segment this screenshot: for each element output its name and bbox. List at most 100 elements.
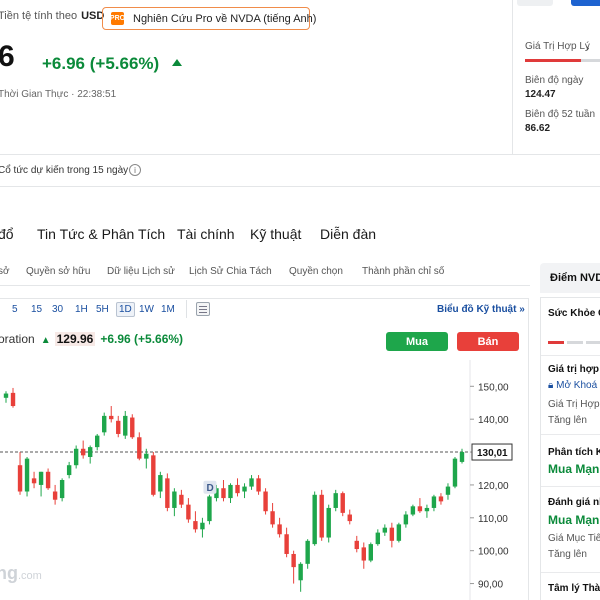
indicators-icon[interactable] [196, 302, 210, 316]
dividend-notice: Cổ tức dự kiến trong 15 ngày [0, 165, 129, 176]
ticker-summary: oration ▲ 129.96 +6.96 (+5.66%) [0, 332, 183, 346]
tab-financials[interactable]: Tài chính [177, 226, 235, 242]
candle-body [228, 484, 233, 499]
candle-body [158, 475, 163, 492]
candle-body [52, 491, 58, 500]
subtab-historical-data[interactable]: Dữ liệu Lịch sử [107, 266, 175, 277]
lock-icon: 🔒︎ [548, 380, 554, 391]
candlestick-chart[interactable]: 150,00140,00130,00120,00110,00100,0090,0… [0, 360, 530, 600]
section-divider [0, 186, 600, 187]
ticker-price: 129.96 [54, 332, 96, 346]
target-trend: Tăng lên [548, 549, 587, 560]
pro-research-button[interactable]: PRO Nghiên Cứu Pro về NVDA (tiếng Anh) [102, 7, 316, 30]
candle-body [340, 493, 345, 513]
current-price-label: 130,01 [477, 448, 508, 459]
watermark-logo: ng.com [0, 563, 42, 583]
candle-body [410, 506, 416, 515]
candle-body [438, 496, 444, 502]
subtab-index-components[interactable]: Thành phần chỉ số [362, 266, 444, 277]
timeframe-1w[interactable]: 1W [139, 304, 154, 315]
candle-body [59, 480, 65, 499]
watchlist-button[interactable] [517, 0, 553, 6]
candle-body [109, 415, 114, 420]
candle-body [116, 420, 121, 434]
pro-research-label: Nghiên Cứu Pro về NVDA (tiếng Anh) [133, 12, 317, 25]
fair-value-trend: Tăng lên [548, 415, 587, 426]
timeframe-15[interactable]: 15 [31, 304, 42, 315]
candle-body [375, 532, 381, 545]
candle-body [431, 496, 437, 508]
subtab-ownership[interactable]: Quyền sở hữu [26, 266, 90, 277]
timeframe-1m[interactable]: 1M [161, 304, 175, 315]
subtab-options[interactable]: Quyền chọn [289, 266, 343, 277]
fair-value-sub: Giá Trị Hợp [548, 399, 600, 410]
timeframe-1d[interactable]: 1D [116, 302, 135, 317]
info-icon[interactable]: i [129, 164, 141, 176]
candle-body [207, 496, 212, 522]
technical-chart-link[interactable]: Biểu đồ Kỹ thuật » [437, 304, 525, 315]
candle-body [45, 471, 51, 489]
health-bar [548, 341, 600, 344]
candle-body [368, 544, 373, 561]
candle-body [151, 455, 156, 495]
candle-body [417, 506, 423, 512]
candle-body [403, 514, 409, 525]
candle-body [73, 448, 79, 466]
candle-body [326, 507, 331, 538]
candle-body [319, 494, 324, 538]
candle-body [333, 493, 338, 508]
sell-button[interactable]: Bán [457, 332, 519, 351]
y-tick-label: 110,00 [478, 514, 508, 525]
tab-news-analysis[interactable]: Tin Tức & Phân Tích [37, 226, 165, 242]
candle-body [242, 486, 247, 492]
chevron-right-icon[interactable]: › [586, 43, 589, 54]
fair-value-side-label: Giá trị hợp l [548, 364, 600, 375]
unlock-link[interactable]: 🔒︎ Mở Khoá [548, 380, 597, 391]
timeframe-30[interactable]: 30 [52, 304, 63, 315]
analyst-rating: Mua Mạnh [548, 462, 600, 476]
candle-body [80, 448, 86, 456]
week52-range-label: Biên độ 52 tuần [525, 109, 596, 120]
timeframe-5h[interactable]: 5H [96, 304, 109, 315]
candle-body [459, 452, 465, 462]
timeframe-5[interactable]: 5 [12, 304, 18, 315]
score-header: Điểm NVD [540, 263, 600, 293]
ticker-change: +6.96 (+5.66%) [100, 332, 184, 346]
rating-value: Mua Mạnh [548, 513, 600, 527]
health-label: Sức Khỏe C [548, 308, 600, 319]
candle-body [284, 534, 289, 554]
primary-action-button[interactable] [571, 0, 600, 6]
candle-body [396, 524, 402, 541]
candle-body [270, 511, 275, 525]
candle-body [277, 524, 282, 535]
y-tick-label: 90,00 [478, 580, 503, 591]
day-range-value: 124.47 [525, 89, 556, 100]
candle-body [137, 437, 142, 459]
candle-body [179, 494, 184, 505]
subtab-split-history[interactable]: Lịch Sử Chia Tách [189, 266, 272, 277]
candle-body [193, 521, 198, 530]
candle-body [221, 488, 226, 499]
candle-body [291, 553, 296, 568]
panel-divider [541, 572, 600, 573]
sentiment-label: Tâm lý Thà [548, 583, 600, 594]
y-tick-label: 140,00 [478, 415, 509, 426]
tab-chart[interactable]: đổ [0, 226, 14, 242]
timeframe-1h[interactable]: 1H [75, 304, 88, 315]
candle-body [312, 494, 317, 545]
candle-body [87, 447, 93, 457]
candle-body [361, 547, 366, 561]
candle-body [186, 504, 191, 520]
candle-body [102, 415, 107, 433]
candle-body [200, 522, 205, 530]
subtab-profile[interactable]: sở [0, 266, 10, 277]
candle-body [31, 478, 37, 484]
dividend-marker-label: D [206, 483, 213, 494]
tab-technical[interactable]: Kỹ thuật [250, 226, 301, 242]
candle-body [347, 514, 352, 522]
panel-divider [541, 486, 600, 487]
buy-button[interactable]: Mua [386, 332, 448, 351]
company-name: oration [0, 332, 35, 346]
day-range-label: Biên độ ngày [525, 75, 584, 86]
tab-forum[interactable]: Diễn đàn [320, 226, 376, 242]
